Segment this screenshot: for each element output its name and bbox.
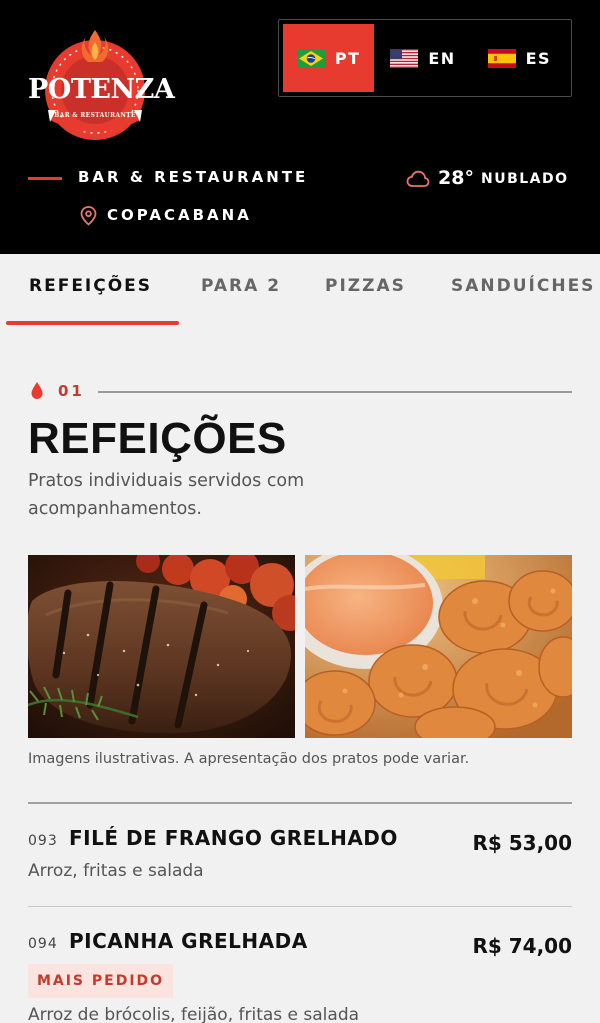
language-label: PT (334, 48, 361, 68)
item-divider (28, 906, 572, 907)
steak-photo (28, 555, 295, 738)
section-divider (98, 391, 572, 393)
item-description: Arroz de brócolis, feijão, fritas e sala… (28, 1005, 360, 1023)
item-code: 094 (28, 936, 58, 952)
language-option-en[interactable]: EN (374, 24, 471, 92)
section-title: REFEIÇÕES (28, 414, 287, 463)
language-label: ES (525, 48, 552, 68)
language-label: EN (428, 48, 456, 68)
logo-wordmark: POTENZA (28, 74, 175, 105)
weather-condition: NUBLADO (481, 171, 569, 187)
item-code: 093 (28, 833, 58, 849)
flame-icon (31, 382, 43, 399)
language-selector: PT EN ES (278, 19, 572, 97)
tab-para-2[interactable]: PARA 2 (201, 276, 281, 296)
tab-pizzas[interactable]: PIZZAS (325, 276, 406, 296)
section-number: 01 (58, 382, 85, 400)
site-header: POTENZA BAR & RESTAURANTE PT EN ES BAR &… (0, 0, 600, 254)
item-name: PICANHA GRELHADA (69, 929, 308, 953)
item-price: R$ 53,00 (472, 831, 572, 855)
usa-flag-icon (390, 48, 419, 68)
language-option-pt[interactable]: PT (283, 24, 375, 92)
spain-flag-icon (487, 48, 516, 68)
tagline: BAR & RESTAURANTE (78, 168, 309, 186)
language-option-es[interactable]: ES (472, 24, 567, 92)
brazil-flag-icon (296, 48, 325, 68)
most-ordered-badge: MAIS PEDIDO (28, 964, 173, 998)
tab-refeicoes[interactable]: REFEIÇÕES (29, 276, 152, 296)
menu-top-divider (28, 802, 572, 804)
tagline-accent-line (28, 177, 62, 180)
section-description: Pratos individuais servidos com acompanh… (28, 471, 305, 519)
location-label: COPACABANA (107, 206, 252, 224)
photos-disclaimer: Imagens ilustrativas. A apresentação dos… (28, 751, 470, 767)
logo-subtext: BAR & RESTAURANTE (54, 112, 136, 119)
location-pin-icon (80, 206, 97, 226)
tab-sanduiches[interactable]: SANDUÍCHES (451, 276, 595, 296)
item-name: FILÉ DE FRANGO GRELHADO (69, 826, 398, 850)
item-description: Arroz, fritas e salada (28, 861, 204, 881)
potenza-logo[interactable]: POTENZA BAR & RESTAURANTE (28, 28, 175, 142)
active-tab-indicator (6, 321, 179, 325)
shrimp-photo (305, 555, 572, 738)
item-price: R$ 74,00 (472, 934, 572, 958)
temperature: 28° (438, 167, 474, 189)
category-tabs: REFEIÇÕES PARA 2 PIZZAS SANDUÍCHES (0, 254, 600, 326)
cloud-icon (406, 170, 430, 187)
